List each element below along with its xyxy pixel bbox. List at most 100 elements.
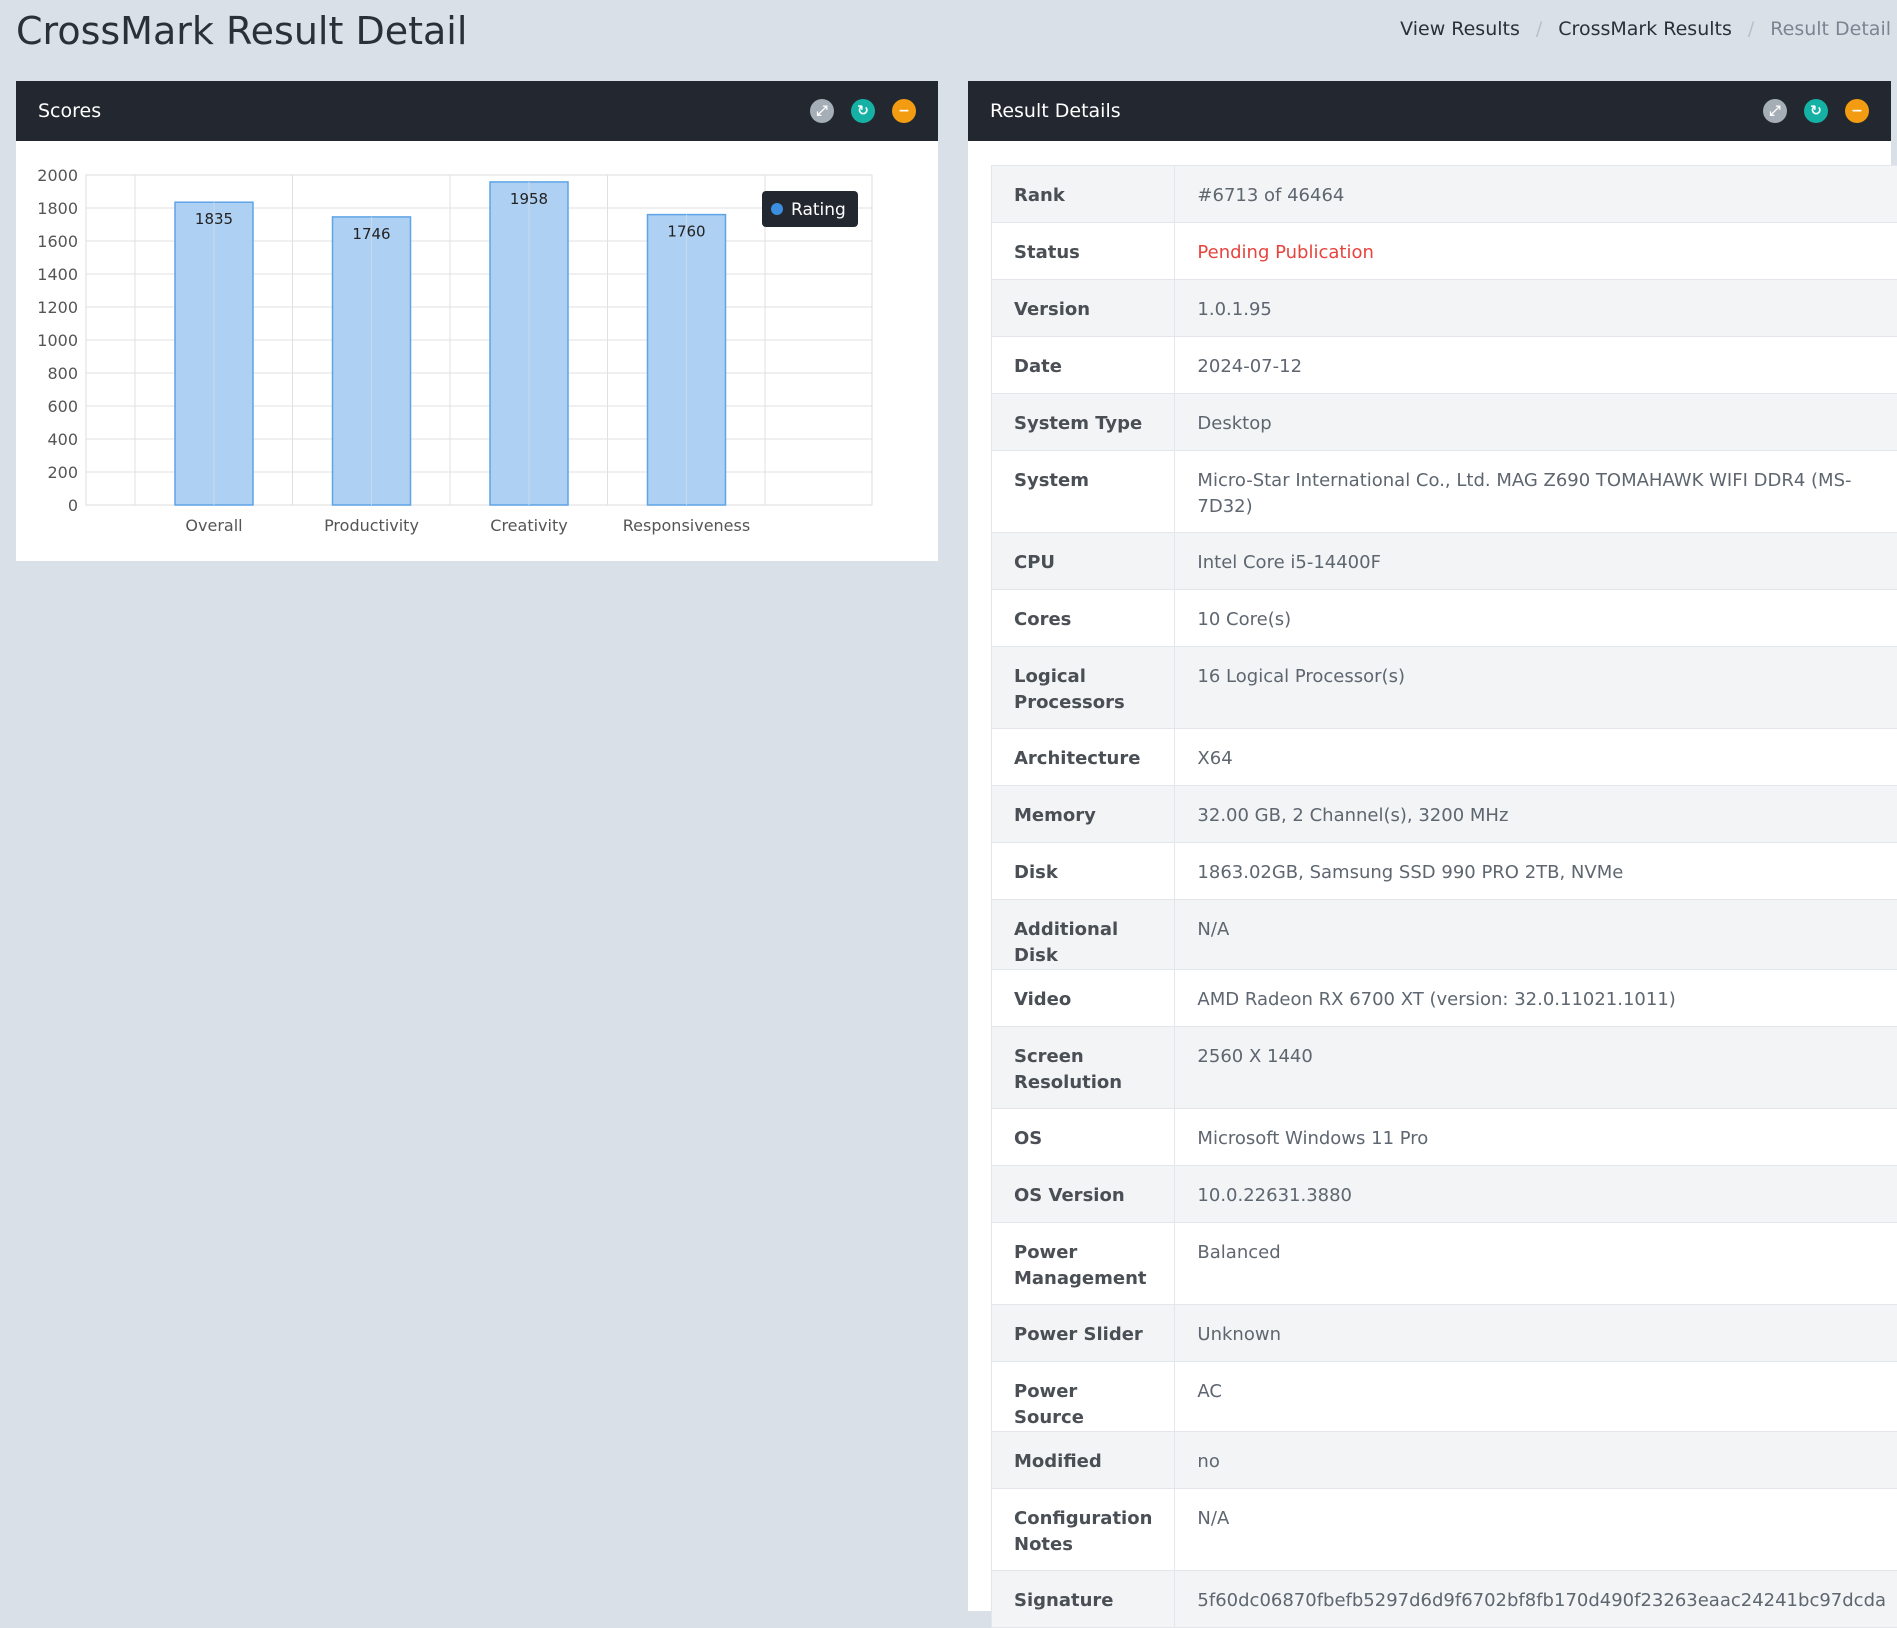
detail-key: Configuration Notes xyxy=(992,1489,1175,1571)
table-row: Power SliderUnknown xyxy=(992,1305,1897,1362)
detail-value: 10.0.22631.3880 xyxy=(1175,1166,1897,1223)
table-row: Signature5f60dc06870fbefb5297d6d9f6702bf… xyxy=(992,1571,1897,1628)
detail-key: Video xyxy=(992,970,1175,1027)
detail-key: Rank xyxy=(992,166,1175,223)
table-row: CPUIntel Core i5-14400F xyxy=(992,533,1897,590)
detail-value: N/A xyxy=(1175,1489,1897,1571)
detail-value: 32.00 GB, 2 Channel(s), 3200 MHz xyxy=(1175,786,1897,843)
detail-key: Version xyxy=(992,280,1175,337)
breadcrumb-view-results[interactable]: View Results xyxy=(1400,18,1520,40)
detail-value: AC xyxy=(1175,1362,1897,1432)
detail-value: Balanced xyxy=(1175,1223,1897,1305)
detail-value: 2560 X 1440 xyxy=(1175,1027,1897,1109)
detail-key: Logical Processors xyxy=(992,647,1175,729)
scores-bar-chart: 0200400600800100012001400160018002000183… xyxy=(16,141,938,561)
breadcrumb: View Results / CrossMark Results / Resul… xyxy=(1400,18,1891,40)
detail-key: Additional Disk xyxy=(992,900,1175,970)
detail-value: 1863.02GB, Samsung SSD 990 PRO 2TB, NVMe xyxy=(1175,843,1897,900)
detail-key: OS Version xyxy=(992,1166,1175,1223)
table-row: StatusPending Publication xyxy=(992,223,1897,280)
legend-dot xyxy=(771,203,783,215)
detail-key: Status xyxy=(992,223,1175,280)
detail-key: Power Slider xyxy=(992,1305,1175,1362)
detail-value: 2024-07-12 xyxy=(1175,337,1897,394)
y-tick-label: 1400 xyxy=(37,265,78,284)
y-tick-label: 400 xyxy=(47,430,78,449)
x-tick-label: Responsiveness xyxy=(623,516,750,535)
table-row: ArchitectureX64 xyxy=(992,729,1897,786)
x-tick-label: Overall xyxy=(185,516,242,535)
y-tick-label: 800 xyxy=(47,364,78,383)
legend-label: Rating xyxy=(791,200,846,220)
scores-panel-header: Scores ⤢ ↻ − xyxy=(16,81,938,141)
table-row: Disk1863.02GB, Samsung SSD 990 PRO 2TB, … xyxy=(992,843,1897,900)
detail-value: 16 Logical Processor(s) xyxy=(1175,647,1897,729)
x-tick-label: Productivity xyxy=(324,516,419,535)
detail-value: 1.0.1.95 xyxy=(1175,280,1897,337)
breadcrumb-separator: / xyxy=(1748,18,1754,40)
detail-value: AMD Radeon RX 6700 XT (version: 32.0.110… xyxy=(1175,970,1897,1027)
detail-key: CPU xyxy=(992,533,1175,590)
table-row: Power ManagementBalanced xyxy=(992,1223,1897,1305)
breadcrumb-crossmark-results[interactable]: CrossMark Results xyxy=(1558,18,1732,40)
detail-value: Unknown xyxy=(1175,1305,1897,1362)
bar-data-label: 1760 xyxy=(667,223,705,241)
detail-value: N/A xyxy=(1175,900,1897,970)
detail-value: X64 xyxy=(1175,729,1897,786)
expand-icon[interactable]: ⤢ xyxy=(810,99,834,123)
details-panel: Result Details ⤢ ↻ − Rank#6713 of 46464S… xyxy=(968,81,1891,1611)
detail-key: Date xyxy=(992,337,1175,394)
y-tick-label: 2000 xyxy=(37,166,78,185)
table-row: Modifiedno xyxy=(992,1432,1897,1489)
breadcrumb-result-detail: Result Detail xyxy=(1770,18,1891,40)
collapse-icon[interactable]: − xyxy=(892,99,916,123)
detail-key: Memory xyxy=(992,786,1175,843)
table-row: Additional DiskN/A xyxy=(992,900,1897,970)
y-tick-label: 1600 xyxy=(37,232,78,251)
page-title: CrossMark Result Detail xyxy=(16,6,467,56)
table-row: SystemMicro-Star International Co., Ltd.… xyxy=(992,451,1897,533)
details-panel-header: Result Details ⤢ ↻ − xyxy=(968,81,1891,141)
detail-key: Power Management xyxy=(992,1223,1175,1305)
y-tick-label: 1200 xyxy=(37,298,78,317)
detail-value: 5f60dc06870fbefb5297d6d9f6702bf8fb170d49… xyxy=(1175,1571,1897,1628)
detail-key: Power Source xyxy=(992,1362,1175,1432)
table-row: OSMicrosoft Windows 11 Pro xyxy=(992,1109,1897,1166)
breadcrumb-separator: / xyxy=(1536,18,1542,40)
detail-value: #6713 of 46464 xyxy=(1175,166,1897,223)
y-tick-label: 0 xyxy=(68,496,78,515)
detail-key: Cores xyxy=(992,590,1175,647)
table-row: Memory32.00 GB, 2 Channel(s), 3200 MHz xyxy=(992,786,1897,843)
table-row: Screen Resolution2560 X 1440 xyxy=(992,1027,1897,1109)
refresh-icon[interactable]: ↻ xyxy=(1804,99,1828,123)
details-panel-title: Result Details xyxy=(990,100,1746,122)
expand-icon[interactable]: ⤢ xyxy=(1763,99,1787,123)
y-tick-label: 200 xyxy=(47,463,78,482)
table-row: VideoAMD Radeon RX 6700 XT (version: 32.… xyxy=(992,970,1897,1027)
detail-key: Modified xyxy=(992,1432,1175,1489)
table-row: Rank#6713 of 46464 xyxy=(992,166,1897,223)
table-row: Power SourceAC xyxy=(992,1362,1897,1432)
detail-value: no xyxy=(1175,1432,1897,1489)
table-row: Version1.0.1.95 xyxy=(992,280,1897,337)
table-row: Configuration NotesN/A xyxy=(992,1489,1897,1571)
details-table: Rank#6713 of 46464StatusPending Publicat… xyxy=(991,165,1897,1628)
table-row: Cores10 Core(s) xyxy=(992,590,1897,647)
table-row: Date2024-07-12 xyxy=(992,337,1897,394)
y-tick-label: 600 xyxy=(47,397,78,416)
refresh-icon[interactable]: ↻ xyxy=(851,99,875,123)
collapse-icon[interactable]: − xyxy=(1845,99,1869,123)
detail-value: Desktop xyxy=(1175,394,1897,451)
scores-panel: Scores ⤢ ↻ − 0 200 400 600 800 1000 1200 1400 16… xyxy=(16,81,938,561)
detail-value: Microsoft Windows 11 Pro xyxy=(1175,1109,1897,1166)
bar-data-label: 1958 xyxy=(510,190,548,208)
y-tick-label: 1800 xyxy=(37,199,78,218)
detail-key: OS xyxy=(992,1109,1175,1166)
scores-panel-title: Scores xyxy=(38,100,793,122)
bar-data-label: 1746 xyxy=(352,225,390,243)
detail-value: Pending Publication xyxy=(1175,223,1897,280)
detail-key: Disk xyxy=(992,843,1175,900)
detail-value: Micro-Star International Co., Ltd. MAG Z… xyxy=(1175,451,1897,533)
y-tick-label: 1000 xyxy=(37,331,78,350)
detail-key: Architecture xyxy=(992,729,1175,786)
